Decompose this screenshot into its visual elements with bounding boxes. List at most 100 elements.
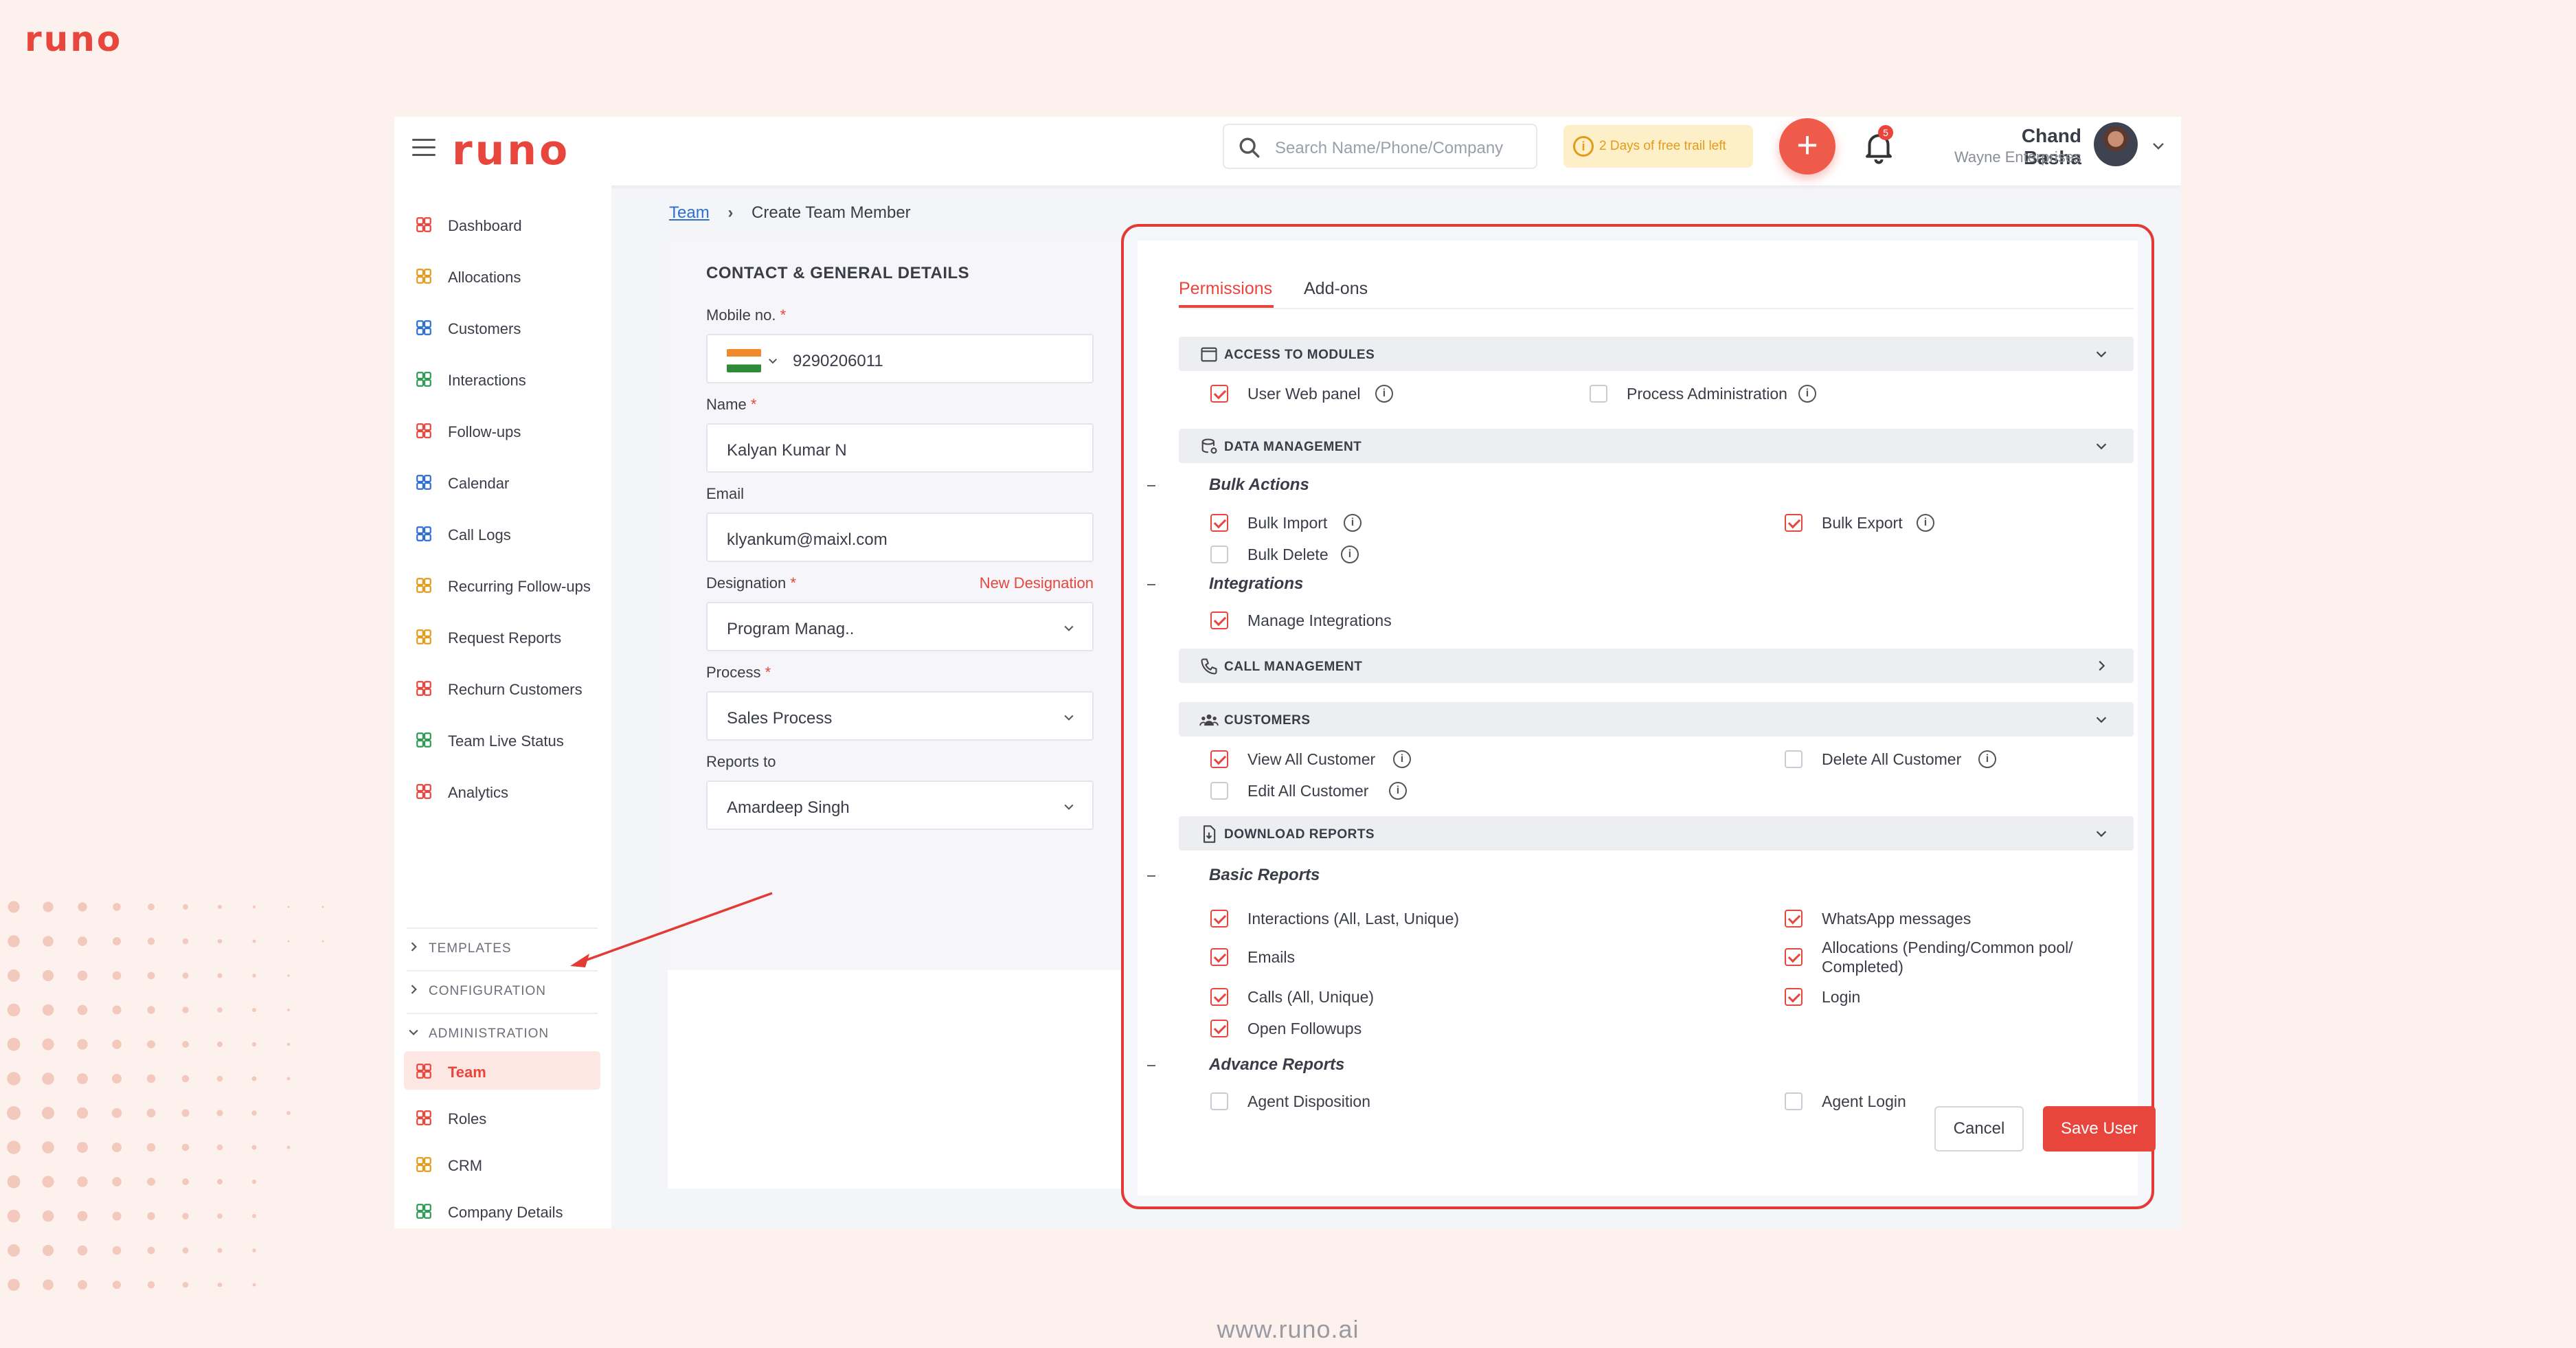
sidebar-section-label: TEMPLATES [429,941,512,956]
sidebar-item-company-details[interactable]: Company Details [404,1191,600,1228]
crm-icon [415,1156,433,1173]
info-icon[interactable]: i [1978,750,1996,768]
checkbox-open-followups[interactable] [1210,1020,1228,1037]
avatar[interactable] [2094,122,2138,166]
add-button[interactable]: + [1779,118,1835,175]
sidebar-item-label: Company Details [448,1204,563,1221]
tab-add-ons[interactable]: Add-ons [1304,279,1368,299]
mobile-label: Mobile no. * [706,306,787,324]
reports-to-select[interactable]: Amardeep Singh [706,780,1094,830]
sidebar-item-analytics[interactable]: Analytics [404,772,600,810]
checkbox-allocations[interactable] [1785,948,1803,966]
group-bulk-actions: Bulk Actions [1209,475,1309,494]
checkbox-bulk-export[interactable] [1785,514,1803,532]
checkbox-view-all-customer[interactable] [1210,750,1228,768]
dashboard-icon [415,216,433,234]
sidebar-item-customers[interactable]: Customers [404,308,600,346]
sidebar-item-label: Follow-ups [448,423,521,440]
menu-icon[interactable] [412,139,436,164]
label-bulk-export: Bulk Export [1822,514,1903,532]
search-input[interactable]: Search Name/Phone/Company [1223,124,1537,169]
sidebar-section-configuration[interactable]: CONFIGURATION [407,976,598,1003]
checkbox-manage-integrations[interactable] [1210,611,1228,629]
checkbox-bulk-delete[interactable] [1210,546,1228,563]
sidebar-item-team-live-status[interactable]: Team Live Status [404,720,600,759]
info-icon[interactable]: i [1389,782,1407,800]
checkbox-agent-login[interactable] [1785,1092,1803,1110]
sidebar-divider [407,1013,598,1014]
label-emails: Emails [1247,948,1296,966]
section-customers[interactable]: CUSTOMERS [1179,702,2134,737]
section-call-management[interactable]: CALL MANAGEMENT [1179,649,2134,683]
mobile-field[interactable]: 9290206011 [706,334,1094,383]
section-data-management[interactable]: DATA MANAGEMENT [1179,429,2134,463]
sidebar-item-request-reports[interactable]: Request Reports [404,617,600,655]
label-interactions: Interactions (All, Last, Unique) [1247,910,1460,928]
sidebar-item-label: CRM [448,1157,483,1174]
checkbox-edit-all-customer[interactable] [1210,782,1228,800]
section-access-to-modules[interactable]: ACCESS TO MODULES [1179,337,2134,371]
process-select[interactable]: Sales Process [706,691,1094,741]
info-icon[interactable]: i [1798,385,1816,403]
decorative-dots [7,901,324,1291]
reports-to-value: Amardeep Singh [727,798,850,817]
sidebar-item-recurring-follow-ups[interactable]: Recurring Follow-ups [404,565,600,604]
checkbox-delete-all-customer[interactable] [1785,750,1803,768]
info-icon[interactable]: i [1344,514,1362,532]
sidebar-item-follow-ups[interactable]: Follow-ups [404,411,600,449]
chevron-down-icon[interactable] [767,355,779,367]
sidebar-item-calendar[interactable]: Calendar [404,462,600,501]
checkbox-emails[interactable] [1210,948,1228,966]
new-designation-link[interactable]: New Designation [967,574,1094,592]
trial-badge[interactable]: i 2 Days of free trail left [1563,125,1753,168]
group-dash [1147,1065,1155,1066]
label-edit-all-customer: Edit All Customer [1247,782,1369,800]
checkbox-calls[interactable] [1210,988,1228,1006]
sidebar-item-dashboard[interactable]: Dashboard [404,205,600,243]
label-agent-login: Agent Login [1822,1092,1906,1110]
sidebar-item-label: Customers [448,320,521,337]
designation-select[interactable]: Program Manag.. [706,602,1094,651]
sidebar-item-interactions[interactable]: Interactions [404,359,600,398]
checkbox-interactions[interactable] [1210,910,1228,928]
info-icon[interactable]: i [1917,514,1934,532]
checkbox-bulk-import[interactable] [1210,514,1228,532]
checkbox-process-administration[interactable] [1590,385,1607,403]
window-icon [1201,347,1217,362]
checkbox-login[interactable] [1785,988,1803,1006]
section-label: DOWNLOAD REPORTS [1224,827,1375,842]
brand-logo[interactable]: runo [452,126,570,175]
sidebar-item-team[interactable]: Team [404,1051,600,1090]
tab-permissions[interactable]: Permissions [1179,279,1272,299]
label-allocations-cont: Completed) [1822,958,1903,976]
sidebar-item-label: Allocations [448,269,521,286]
section-download-reports[interactable]: DOWNLOAD REPORTS [1179,816,2134,851]
chevron-down-icon[interactable] [2150,137,2167,154]
label-delete-all-customer: Delete All Customer [1822,750,1962,768]
india-flag-icon[interactable] [727,349,761,372]
sidebar-item-crm[interactable]: CRM [404,1145,600,1183]
sidebar-item-allocations[interactable]: Allocations [404,256,600,295]
search-placeholder: Search Name/Phone/Company [1275,139,1504,157]
name-field[interactable]: Kalyan Kumar N [706,423,1094,473]
sidebar-item-roles[interactable]: Roles [404,1098,600,1136]
sidebar-section-administration[interactable]: ADMINISTRATION [407,1018,598,1046]
label-login: Login [1822,988,1861,1006]
sidebar-section-templates[interactable]: TEMPLATES [407,933,598,961]
sidebar-item-call-logs[interactable]: Call Logs [404,514,600,552]
info-icon[interactable]: i [1341,546,1359,563]
checkbox-user-web-panel[interactable] [1210,385,1228,403]
team-icon [415,1062,433,1080]
sidebar-item-rechurn-customers[interactable]: Rechurn Customers [404,669,600,707]
save-user-button[interactable]: Save User [2043,1106,2156,1152]
checkbox-agent-disposition[interactable] [1210,1092,1228,1110]
email-field[interactable]: klyankum@maixl.com [706,513,1094,562]
roles-icon [415,1109,433,1127]
breadcrumb-team-link[interactable]: Team [669,203,710,222]
chevron-down-icon [2096,351,2107,358]
sidebar-item-label: Team [448,1064,486,1081]
info-icon[interactable]: i [1375,385,1393,403]
cancel-button[interactable]: Cancel [1934,1106,2024,1152]
info-icon[interactable]: i [1393,750,1411,768]
checkbox-whatsapp-messages[interactable] [1785,910,1803,928]
